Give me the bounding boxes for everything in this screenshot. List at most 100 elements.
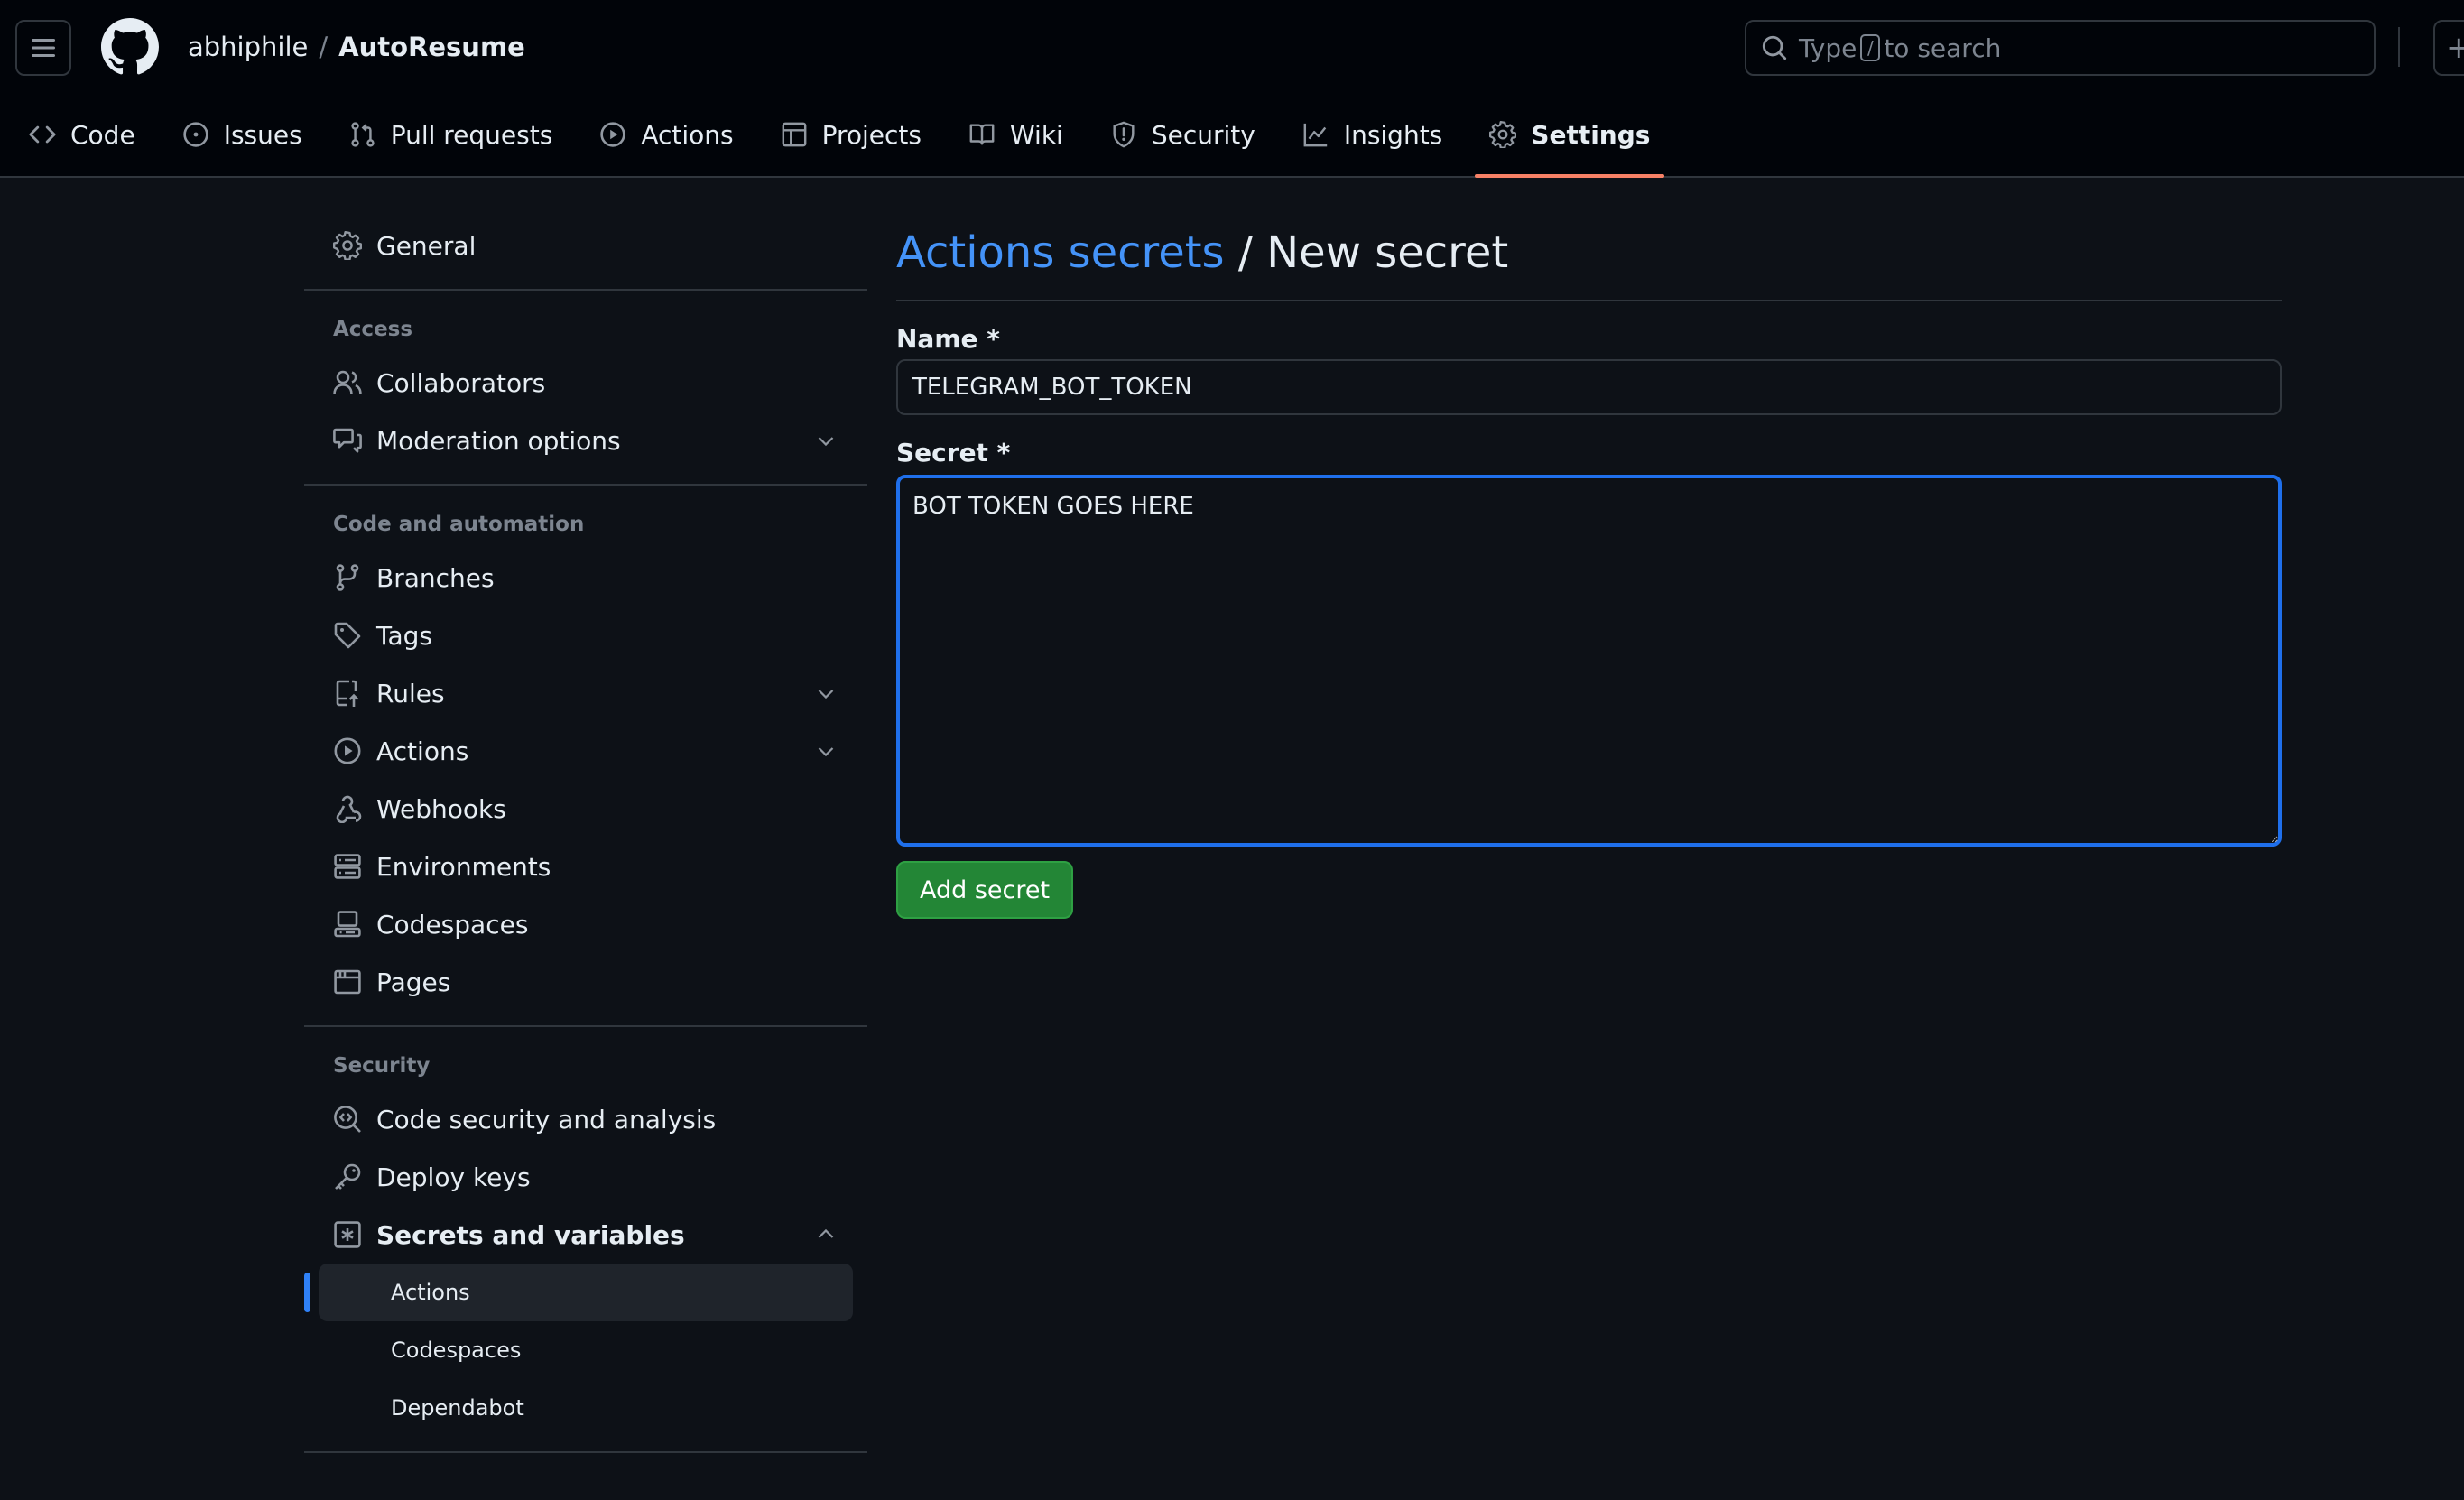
server-icon: [334, 854, 361, 879]
tab-label: Settings: [1531, 119, 1651, 150]
chevron-down-icon[interactable]: [815, 682, 837, 704]
book-icon: [969, 124, 995, 145]
name-label: Name *: [896, 324, 1000, 354]
sidebar-divider: [304, 1025, 867, 1027]
sidebar-item-collaborators[interactable]: Collaborators: [304, 354, 867, 412]
table-icon: [782, 122, 806, 147]
add-secret-button[interactable]: Add secret: [896, 861, 1074, 919]
secret-label: Secret *: [896, 438, 1011, 468]
sidebar-item-label: Secrets and variables: [376, 1219, 685, 1250]
sidebar-heading-code-automation: Code and automation: [333, 513, 585, 536]
secret-value-textarea[interactable]: BOT TOKEN GOES HERE: [896, 475, 2282, 847]
play-icon: [334, 737, 361, 764]
sidebar-subitem-label: Actions: [391, 1280, 470, 1305]
sidebar-subitem-label: Codespaces: [391, 1338, 522, 1363]
sidebar-item-label: Actions: [376, 736, 469, 766]
tab-label: Security: [1151, 119, 1255, 150]
sidebar-item-deploy-keys[interactable]: Deploy keys: [304, 1148, 867, 1206]
sidebar-item-label: Pages: [376, 967, 451, 997]
sidebar-heading-security: Security: [333, 1054, 431, 1078]
sidebar-item-webhooks[interactable]: Webhooks: [304, 780, 867, 838]
sidebar-item-label: Codespaces: [376, 909, 529, 940]
gear-icon: [333, 231, 362, 260]
hamburger-icon: [32, 39, 55, 57]
sidebar-item-tags[interactable]: Tags: [304, 606, 867, 664]
code-icon: [29, 125, 56, 144]
repo-push-icon: [336, 680, 359, 707]
tab-wiki[interactable]: Wiki: [954, 106, 1078, 162]
tab-label: Wiki: [1009, 119, 1063, 150]
key-asterisk-icon: [334, 1221, 361, 1248]
sidebar-item-label: Code security and analysis: [376, 1104, 717, 1134]
play-icon: [600, 122, 625, 147]
chevron-up-icon[interactable]: [815, 1224, 837, 1245]
tab-label: Insights: [1343, 119, 1443, 150]
tab-projects[interactable]: Projects: [766, 106, 936, 162]
sidebar-divider: [304, 484, 867, 486]
sidebar-item-label: Branches: [376, 562, 495, 593]
sidebar-item-label: General: [376, 230, 477, 261]
sidebar-item-moderation-options[interactable]: Moderation options: [304, 412, 867, 469]
menu-button[interactable]: [15, 20, 71, 76]
search-icon: [1762, 35, 1787, 60]
shield-icon: [1113, 121, 1135, 148]
breadcrumb: abhiphile / AutoResume: [188, 27, 525, 67]
sidebar-heading-access: Access: [333, 318, 413, 341]
comment-discussion-icon: [333, 428, 362, 453]
sidebar-item-codespaces[interactable]: Codespaces: [304, 895, 867, 953]
tab-pull-requests[interactable]: Pull requests: [335, 106, 568, 162]
repo-nav-tabs: Code Issues Pull requests Actions Projec…: [14, 106, 1682, 178]
webhook-icon: [336, 795, 362, 823]
tab-issues[interactable]: Issues: [168, 106, 317, 162]
github-logo-icon[interactable]: [101, 18, 159, 76]
tab-insights[interactable]: Insights: [1288, 106, 1457, 162]
sidebar-subitem-actions[interactable]: Actions: [304, 1264, 853, 1321]
sidebar-item-pages[interactable]: Pages: [304, 953, 867, 1011]
owner-link[interactable]: abhiphile: [188, 32, 308, 62]
create-new-button[interactable]: +: [2433, 20, 2464, 76]
key-icon: [335, 1163, 361, 1190]
sidebar-item-environments[interactable]: Environments: [304, 838, 867, 895]
sidebar-divider: [304, 289, 867, 291]
tab-security[interactable]: Security: [1096, 106, 1270, 162]
sidebar-subitem-codespaces[interactable]: Codespaces: [319, 1321, 853, 1379]
sidebar-subitem-dependabot[interactable]: Dependabot: [319, 1379, 853, 1437]
sidebar-item-code-security[interactable]: Code security and analysis: [304, 1090, 867, 1148]
codescan-icon: [334, 1106, 361, 1133]
search-placeholder-prefix: Type: [1799, 32, 1857, 63]
plus-icon: +: [2446, 30, 2464, 66]
search-input[interactable]: Type / to search: [1745, 20, 2376, 76]
sidebar-item-general[interactable]: General: [304, 217, 867, 274]
search-shortcut-key: /: [1860, 34, 1881, 61]
git-branch-icon: [336, 564, 359, 591]
chevron-down-icon[interactable]: [815, 740, 837, 762]
tab-label: Actions: [641, 119, 734, 150]
sidebar-item-label: Collaborators: [376, 367, 546, 398]
tab-actions[interactable]: Actions: [585, 106, 747, 162]
sidebar-item-secrets-and-variables[interactable]: Secrets and variables: [304, 1206, 867, 1264]
secret-name-input[interactable]: [896, 359, 2282, 415]
sidebar-divider: [304, 1451, 867, 1453]
sidebar-item-label: Tags: [376, 620, 432, 651]
chevron-down-icon[interactable]: [815, 430, 837, 451]
settings-sidebar: General Access Collaborators Moderation …: [304, 217, 867, 1468]
sidebar-item-branches[interactable]: Branches: [304, 549, 867, 606]
issue-icon: [183, 122, 208, 147]
main-content: Actions secrets / New secret Name * Secr…: [896, 217, 2282, 919]
pull-request-icon: [351, 122, 375, 147]
top-header: abhiphile / AutoResume Type / to search + …: [0, 0, 2464, 178]
tab-settings[interactable]: Settings: [1475, 106, 1665, 178]
tab-label: Code: [70, 119, 135, 150]
repo-link[interactable]: AutoResume: [338, 32, 525, 62]
codespaces-icon: [334, 911, 361, 938]
tab-code[interactable]: Code: [14, 106, 150, 162]
people-icon: [333, 370, 362, 394]
graph-icon: [1303, 123, 1327, 147]
sidebar-item-label: Environments: [376, 851, 551, 882]
tag-icon: [334, 622, 361, 649]
sidebar-item-rules[interactable]: Rules: [304, 664, 867, 722]
actions-secrets-link[interactable]: Actions secrets: [896, 227, 1225, 278]
sidebar-subitem-label: Dependabot: [391, 1395, 524, 1421]
browser-icon: [334, 969, 361, 995]
sidebar-item-actions[interactable]: Actions: [304, 722, 867, 780]
